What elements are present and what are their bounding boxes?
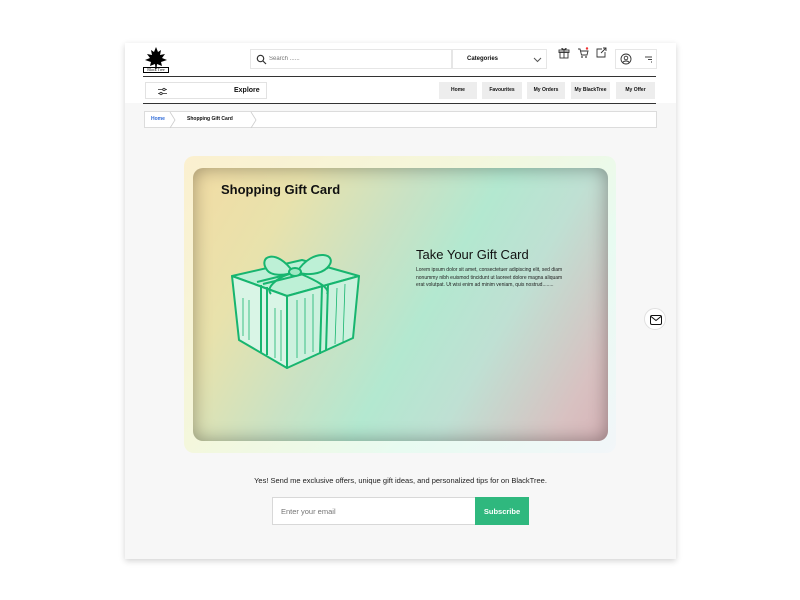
explore-label: Explore <box>234 87 260 94</box>
breadcrumb-home-link[interactable]: Home <box>151 116 165 122</box>
search-bar[interactable] <box>250 49 452 69</box>
share-icon[interactable] <box>595 47 607 59</box>
gift-card-title: Shopping Gift Card <box>221 182 341 197</box>
search-icon[interactable] <box>256 54 267 65</box>
nav-divider <box>143 103 656 104</box>
menu-icon[interactable] <box>642 53 654 65</box>
nav-my-offer-button[interactable]: My Offer <box>616 82 655 99</box>
mail-icon <box>650 315 662 325</box>
gift-card-description: Lorem ipsum dolor sit amet, consectetuer… <box>416 267 563 288</box>
subscribe-button[interactable]: Subscribe <box>475 497 529 525</box>
nav-my-blacktree-button[interactable]: My BlackTree <box>571 82 610 99</box>
categories-label: Categories <box>467 56 499 62</box>
user-icon[interactable] <box>620 53 632 65</box>
header-divider <box>143 76 656 77</box>
breadcrumb: Home Shopping Gift Card <box>144 111 657 128</box>
gift-card-heading: Take Your Gift Card <box>416 247 529 262</box>
breadcrumb-chevron-icon <box>250 112 257 128</box>
breadcrumb-current: Shopping Gift Card <box>187 116 233 122</box>
logo-text: Black Tree <box>143 67 169 73</box>
chevron-down-icon <box>533 57 542 63</box>
search-input[interactable] <box>269 52 439 66</box>
breadcrumb-chevron-icon <box>169 112 176 128</box>
nav-bar: Explore Home Favourites My Orders My Bla… <box>125 79 676 105</box>
nav-favourites-button[interactable]: Favourites <box>482 82 522 99</box>
nav-my-orders-button[interactable]: My Orders <box>527 82 565 99</box>
profile-menu[interactable] <box>615 49 657 69</box>
gift-icon[interactable] <box>558 47 570 59</box>
cart-icon[interactable] <box>577 47 589 59</box>
gift-box-illustration-icon <box>231 254 360 369</box>
email-field[interactable] <box>272 497 476 525</box>
newsletter-text: Yes! Send me exclusive offers, unique gi… <box>254 476 547 485</box>
page: Black Tree Categories <box>125 43 676 559</box>
filter-icon <box>158 87 167 96</box>
mail-button[interactable] <box>644 308 666 330</box>
categories-dropdown[interactable]: Categories <box>452 49 547 69</box>
explore-button[interactable]: Explore <box>145 82 267 99</box>
nav-home-button[interactable]: Home <box>439 82 477 99</box>
